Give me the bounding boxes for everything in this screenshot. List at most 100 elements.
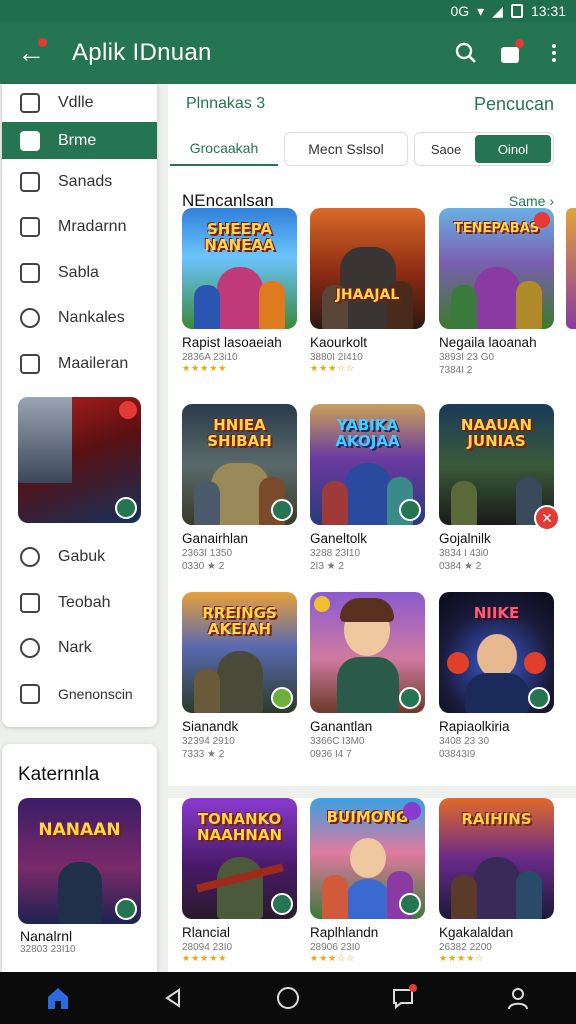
section-divider — [168, 786, 576, 798]
main-panel: Plnnakas 3 Pencucan Grocaakah Mecn Sslso… — [168, 84, 576, 972]
game-name: Sianandk — [182, 719, 239, 734]
sidebar-item-mradarnn[interactable]: Mradarnn — [2, 205, 157, 251]
game-art: TONANKO NAAHNAN — [182, 798, 297, 919]
character — [473, 267, 520, 329]
camera-icon — [20, 683, 40, 704]
game-meta-secondary: 0384 ★ 2 — [439, 561, 482, 572]
game-meta: 3880I 2I410 — [310, 352, 363, 363]
game-tile[interactable]: YABIKA AKOJAA Ganeltolk 3288 23I10 2I3 ★… — [310, 404, 425, 572]
game-meta-secondary: 0936 I4 7 — [310, 749, 352, 760]
search-button[interactable] — [444, 31, 488, 75]
sidebar-item-gnenonscin[interactable]: Gnenonscin — [2, 671, 157, 717]
game-meta: 32803 23I10 — [20, 944, 76, 955]
rating-stars: ★★★★★ — [182, 953, 228, 963]
game-name: Ganeltolk — [310, 531, 368, 546]
promo-game-card[interactable] — [18, 396, 141, 523]
list-icon — [20, 592, 40, 613]
tab-toggle[interactable]: Saoe Oinol — [414, 132, 554, 166]
game-tile[interactable]: Ganantlan 3366C I3M0 0936 I4 7 — [310, 592, 425, 760]
category-game-card[interactable]: NANAAN — [18, 798, 141, 924]
sidebar-item-brme[interactable]: Brme — [2, 122, 157, 159]
network-label: 0G — [450, 3, 470, 19]
game-art: SHEEPA NANEAA — [182, 208, 297, 329]
tab-grocaakah[interactable]: Grocaakah — [170, 132, 278, 166]
category-title: Katernnla — [18, 764, 100, 785]
character — [259, 281, 285, 329]
game-logo: HNIEA SHIBAH — [207, 416, 272, 450]
header-left-label: Plnnakas 3 — [186, 95, 266, 112]
game-meta: 3288 23I10 — [310, 548, 361, 559]
game-tile[interactable]: NIIKE Rapiaolkiria 3408 23 30 03843I9 — [439, 592, 554, 760]
character — [344, 879, 391, 919]
game-logo: NIIKE — [473, 604, 520, 622]
game-meta-secondary: 7333 ★ 2 — [182, 749, 225, 760]
store-button[interactable] — [488, 31, 532, 75]
character — [464, 673, 529, 713]
circle-home-icon — [276, 987, 299, 1009]
search-icon — [20, 308, 40, 329]
notification-dot — [409, 984, 418, 992]
sidebar-item-sabla[interactable]: Sabla — [2, 250, 157, 296]
download-badge-icon — [399, 687, 421, 709]
notification-dot — [38, 38, 47, 47]
game-tile[interactable]: HNIEA SHIBAH Ganairhlan 2363I 1350 0330 … — [182, 404, 297, 572]
app-title: Aplik IDnuan — [72, 39, 212, 66]
download-badge-icon — [115, 496, 137, 519]
main-header: Plnnakas 3 Pencucan — [168, 84, 576, 124]
character — [473, 857, 520, 919]
sidebar-item-vdlle[interactable]: Vdlle — [2, 84, 157, 122]
nav-home-button[interactable] — [38, 978, 78, 1018]
sidebar-item-nark[interactable]: Nark — [2, 626, 157, 672]
toggle-on-label[interactable]: Oinol — [475, 135, 551, 163]
download-badge-icon — [271, 687, 293, 709]
sidebar-item-maaileran[interactable]: Maaileran — [2, 341, 157, 387]
game-art: YABIKA AKOJAA — [310, 404, 425, 525]
star-badge — [314, 596, 330, 612]
nav-back-button[interactable] — [153, 978, 193, 1018]
character — [451, 875, 477, 919]
game-name: Rapiaolkiria — [439, 719, 510, 734]
character-face — [477, 634, 517, 678]
rating-stars: ★★★★★ — [182, 363, 228, 373]
sidebar-item-sanads[interactable]: Sanads — [2, 159, 157, 205]
remove-badge-icon[interactable]: ✕ — [534, 505, 560, 531]
see-more-label: Same — [508, 193, 546, 209]
library-icon — [20, 93, 40, 113]
header-right-link[interactable]: Pencucan — [474, 94, 554, 115]
game-meta: 2836A 23i10 — [182, 352, 238, 363]
wifi-icon: ▾ — [477, 2, 485, 19]
nav-profile-button[interactable] — [498, 978, 538, 1018]
game-meta: 2363I 1350 — [182, 548, 233, 559]
toggle-off-label[interactable]: Saoe — [417, 142, 475, 157]
game-art — [58, 862, 102, 924]
game-logo: YABIKA AKOJAA — [335, 416, 400, 450]
game-tile[interactable]: RREINGS AKEIAH Sianandk 32394 2910 7333 … — [182, 592, 297, 760]
triangle-back-icon — [164, 988, 180, 1008]
energy-orb — [524, 652, 546, 674]
nav-overview-button[interactable] — [268, 978, 308, 1018]
game-art — [18, 396, 72, 483]
game-tile[interactable]: JHAAJAL Kaourkolt 3880I 2I410 ★★★☆☆ — [310, 208, 425, 374]
game-meta: 28906 23I0 — [310, 942, 361, 953]
sidebar-item-nankales[interactable]: Nankales — [2, 296, 157, 342]
sidebar-item-label: Mradarnn — [58, 218, 127, 236]
search-icon — [455, 42, 476, 63]
sidebar-item-label: Sabla — [58, 263, 99, 281]
game-tile[interactable]: BUIMONG Raplhlandn 28906 23I0 ★★★☆☆ — [310, 798, 425, 964]
notification-badge — [403, 802, 421, 820]
game-tile[interactable]: TENEPABAS Negaila laoanah 3893I 23 G0 73… — [439, 208, 554, 376]
game-art: TENEPABAS — [439, 208, 554, 329]
game-meta: 3893I 23 G0 — [439, 352, 495, 363]
game-tile[interactable]: NAAUAN JUNIAS ✕ Gojalnilk 3834 I 43i0 03… — [439, 404, 560, 572]
more-menu-button[interactable] — [532, 31, 576, 75]
gamepad-icon — [20, 217, 40, 238]
sidebar-item-teobah[interactable]: Teobah — [2, 580, 157, 626]
tab-mecn-sslsol[interactable]: Mecn Sslsol — [284, 132, 408, 166]
game-tile[interactable]: RAIHINS Kgakalaldan 26382 2200 ★★★★☆ — [439, 798, 554, 964]
back-button[interactable]: ← — [0, 22, 62, 84]
nav-messages-button[interactable] — [383, 978, 423, 1018]
game-tile[interactable]: SHEEPA NANEAA Rapist lasoaeiah 2836A 23i… — [182, 208, 297, 374]
game-tile[interactable]: TONANKO NAAHNAN Rlancial 28094 23I0 ★★★★… — [182, 798, 297, 964]
see-more-link[interactable]: Same › — [509, 193, 554, 209]
sidebar-item-gabuk[interactable]: Gabuk — [2, 535, 157, 581]
